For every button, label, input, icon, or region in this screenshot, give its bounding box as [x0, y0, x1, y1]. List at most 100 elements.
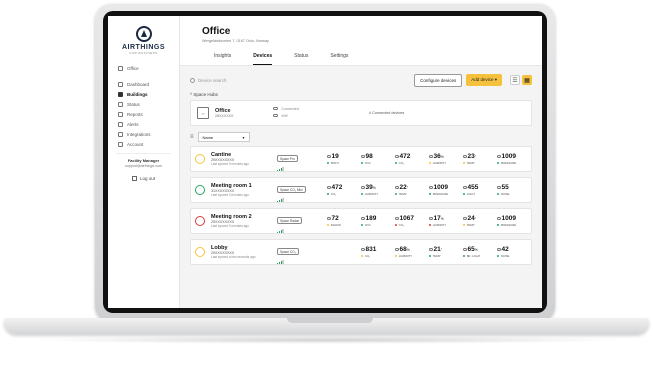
status-dot-icon — [429, 161, 432, 165]
airthings-logo: AIRTHINGS FOR BUSINESS — [108, 26, 179, 55]
sidebar-item-buildings[interactable]: Buildings — [108, 89, 179, 99]
list-view-button[interactable]: ☰ — [510, 75, 520, 85]
sensor-reading: 98 VOC — [361, 153, 391, 165]
hub-wifi-status: Wifi — [281, 114, 288, 118]
sensor-icon — [395, 216, 399, 220]
status-dot-icon — [497, 192, 500, 196]
sensor-value: 24° — [463, 215, 493, 223]
sensor-number: 22 — [399, 184, 407, 191]
sensor-value: 472 — [395, 153, 425, 161]
sensor-value: 23° — [463, 153, 493, 161]
sensor-icon — [361, 216, 365, 220]
status-dot-icon — [327, 223, 330, 227]
tab-insights[interactable]: Insights — [214, 53, 231, 61]
sensor-icon — [361, 247, 365, 251]
sidebar-item-dashboard[interactable]: Dashboard — [108, 79, 179, 89]
sensor-unit: ° — [406, 186, 409, 190]
tab-settings[interactable]: Settings — [330, 53, 348, 61]
device-row[interactable]: Cantine 29XXXXXXXX Last synced 9 minutes a… — [190, 146, 532, 172]
sensor-label: CO₂ — [327, 192, 357, 196]
sidebar-item-alerts[interactable]: Alerts — [108, 119, 179, 129]
status-dot-icon — [361, 254, 364, 258]
signal-icon — [277, 228, 327, 234]
sensor-label: TEMP — [429, 254, 459, 258]
sensor-icon — [463, 247, 467, 251]
sensor-value: 42 — [497, 246, 527, 254]
sensor-value: 21° — [429, 246, 459, 254]
device-sync-time: Last synced 3 minutes ago — [211, 193, 249, 197]
configure-devices-button[interactable]: Configure devices — [414, 73, 463, 87]
toolbar: Device search Configure devices Add devi… — [190, 72, 532, 88]
page-title: Office — [202, 26, 231, 37]
sensor-icon — [429, 154, 433, 158]
sensor-icon — [395, 247, 399, 251]
tab-status[interactable]: Status — [294, 53, 308, 61]
sensor-reading — [327, 246, 357, 258]
hub-card[interactable]: ▭ Office 28XXXXXX Connected Wifi 4 Conne… — [190, 100, 532, 126]
sidebar-item-account[interactable]: Account — [108, 139, 179, 149]
page-address: Wergelandsveien 7, 0167 Oslo, Norway — [202, 39, 269, 43]
space-hubs-toggle[interactable]: ^ Space Hubs — [190, 92, 532, 97]
sensor-icon — [497, 247, 501, 251]
sensor-name: PRESSURE — [500, 161, 517, 165]
sensor-reading: 189 VOC — [361, 215, 391, 227]
add-device-button[interactable]: Add device ▾ — [466, 74, 502, 86]
tab-devices[interactable]: Devices — [253, 53, 272, 65]
status-ring-icon — [195, 247, 205, 257]
sidebar-item-office[interactable]: Office — [108, 63, 179, 73]
status-dot-icon — [429, 254, 432, 258]
sensor-value: 1009 — [497, 153, 527, 161]
dashboard-icon — [118, 81, 123, 87]
sensor-label: RADON — [327, 223, 357, 227]
sidebar-item-label: Reports — [127, 111, 143, 117]
device-row[interactable]: Meeting room 1 31XXXXXXXX Last synced 3 mi… — [190, 177, 532, 203]
status-ring-icon — [195, 216, 205, 226]
sensor-label: PM2.5 — [327, 161, 357, 165]
device-row[interactable]: Meeting room 2 29XXXXXXXX Last synced 5 mi… — [190, 208, 532, 234]
sensor-reading: 17% HUMIDITY — [429, 215, 459, 227]
device-info: Meeting room 2 29XXXXXXXX Last synced 5 mi… — [211, 214, 277, 228]
grid-view-button[interactable]: ▦ — [522, 75, 532, 85]
device-row[interactable]: Lobby 29XXXXXXXX Last synced a few seconds… — [190, 239, 532, 265]
sensor-reading: 39% HUMIDITY — [361, 184, 391, 196]
sensor-name: HUMIDITY — [398, 254, 413, 258]
logout-button[interactable]: Log out — [108, 176, 179, 181]
sensor-value: 472 — [327, 184, 357, 192]
sensor-unit: % — [440, 217, 444, 221]
sort-select[interactable]: Name ▾ — [197, 132, 250, 142]
sensor-reading: 23° TEMP — [463, 153, 493, 165]
sensor-reading: 42 NOISE — [497, 246, 527, 258]
filter-icon[interactable]: ≡ — [190, 134, 194, 140]
sensor-reading: 1009 PRESSURE — [429, 184, 459, 196]
sensor-label: NOISE — [497, 254, 527, 258]
sensor-reading: 1009 PRESSURE — [497, 153, 527, 165]
sensor-reading: 21° TEMP — [429, 246, 459, 258]
sensor-number: 472 — [399, 153, 411, 160]
status-dot-icon — [497, 254, 500, 258]
sidebar-item-label: Account — [127, 141, 144, 147]
sensor-icon — [327, 185, 331, 189]
sensor-value: 19 — [327, 153, 357, 161]
hub-connected-devices: 4 Connected devices — [368, 111, 405, 115]
sensor-name: TEMP — [466, 223, 475, 227]
sidebar-item-integrations[interactable]: Integrations — [108, 129, 179, 139]
sensor-readings: 472 CO₂ 39% HUMIDITY 22° TEMP 1009 PRESSURE 455 L… — [327, 184, 527, 196]
status-ring-icon — [195, 185, 205, 195]
sidebar-item-status[interactable]: Status — [108, 99, 179, 109]
sensor-value: 65% — [463, 246, 493, 254]
sensor-reading: 455 LIGHT — [463, 184, 493, 196]
sensor-number: 23 — [467, 153, 475, 160]
laptop-notch — [287, 318, 373, 323]
sensor-value: 1009 — [429, 184, 459, 192]
search-icon — [190, 77, 195, 83]
sensor-icon — [463, 185, 467, 189]
sensor-icon — [463, 216, 467, 220]
account-icon — [118, 141, 123, 147]
sensor-number: 455 — [467, 184, 479, 191]
sensor-name: NOISE — [500, 254, 510, 258]
sidebar-item-reports[interactable]: Reports — [108, 109, 179, 119]
hub-status: Connected Wifi — [273, 106, 299, 120]
search-input[interactable]: Device search — [190, 77, 414, 83]
sensor-icon — [429, 185, 433, 189]
sensor-icon — [361, 185, 365, 189]
